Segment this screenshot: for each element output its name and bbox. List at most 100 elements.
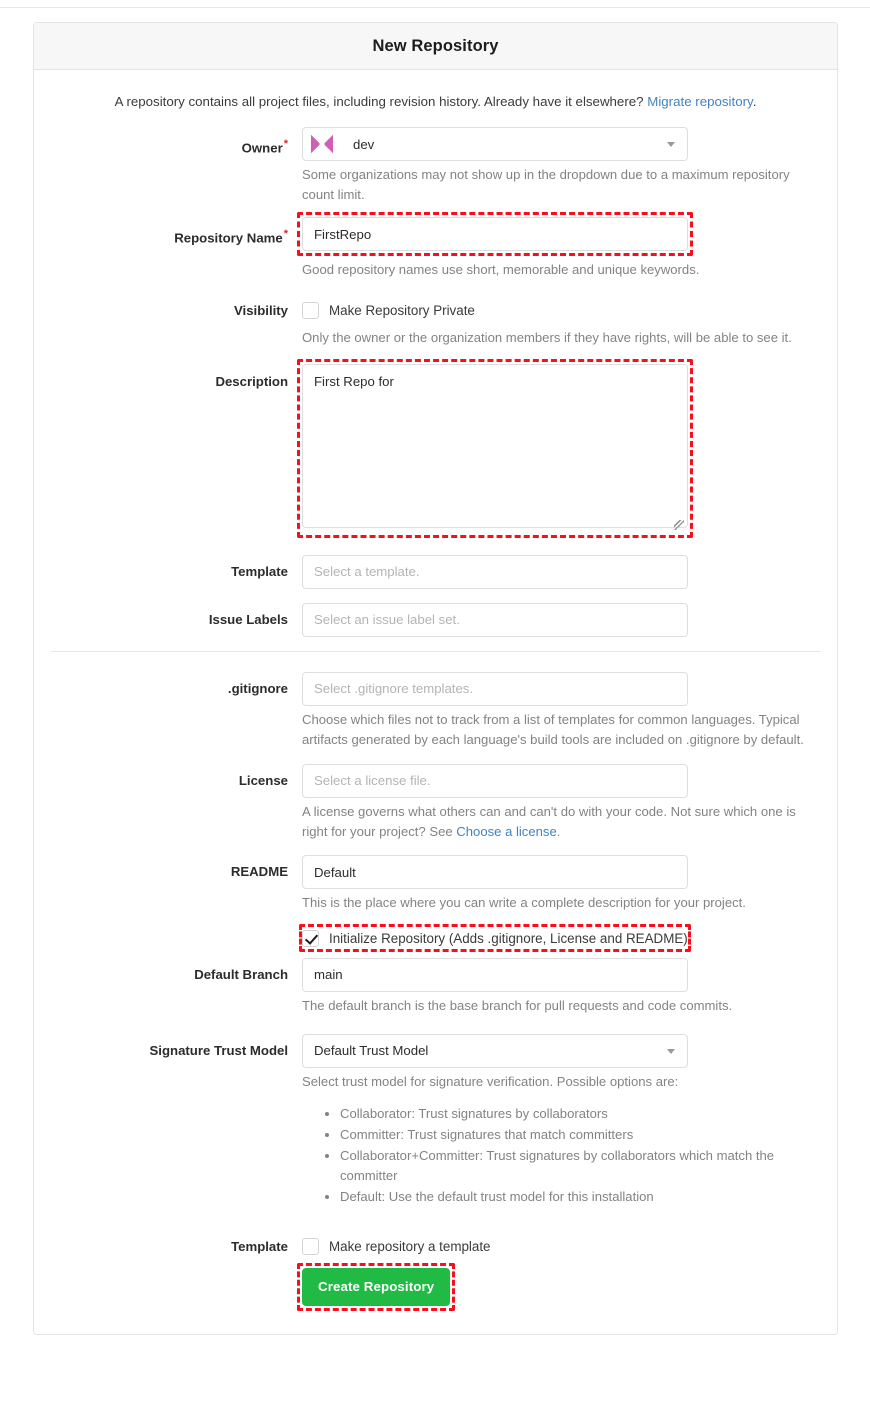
field-default-branch: Default Branch The default branch is the… <box>34 957 837 1016</box>
make-repository-a-template-checkbox[interactable] <box>302 1238 319 1256</box>
field-initialize-repository: Initialize Repository (Adds .gitignore, … <box>34 924 837 953</box>
license-input[interactable]: Select a license file. <box>302 763 688 798</box>
repository-name-help-text: Good repository names use short, memorab… <box>302 262 700 278</box>
signature-trust-model-help-text: Select trust model for signature verific… <box>302 1073 679 1089</box>
field-issue-labels: Issue Labels Select an issue label set. <box>34 602 837 637</box>
description-textarea[interactable]: First Repo for <box>302 363 688 528</box>
owner-label-col: Owner* <box>34 127 302 165</box>
initialize-repository-label: Initialize Repository (Adds .gitignore, … <box>329 930 688 946</box>
issue-labels-input[interactable]: Select an issue label set. <box>302 602 688 637</box>
license-help-text: A license governs what others can and ca… <box>302 802 810 842</box>
card-body: A repository contains all project files,… <box>34 70 837 1311</box>
readme-input-col: This is the place where you can write a … <box>302 855 837 913</box>
page-title: New Repository <box>372 36 499 55</box>
license-label-col: License <box>34 764 302 798</box>
new-repository-card: New Repository A repository contains all… <box>33 22 838 1335</box>
list-item: Default: Use the default trust model for… <box>340 1187 832 1207</box>
create-repository-button[interactable]: Create Repository <box>302 1267 451 1306</box>
make-template-checkbox-row[interactable]: Make repository a template <box>302 1236 837 1258</box>
license-help-suffix: . <box>556 823 561 839</box>
initialize-repository-checkbox[interactable] <box>302 929 319 947</box>
signature-trust-model-select[interactable]: Default Trust Model <box>302 1033 688 1068</box>
default-branch-help-text: The default branch is the base branch fo… <box>302 997 733 1013</box>
license-label: License <box>238 772 288 788</box>
default-branch-label-col: Default Branch <box>34 958 302 992</box>
choose-a-license-link[interactable]: Choose a license <box>456 824 556 839</box>
chevron-down-icon <box>667 1048 675 1054</box>
gitignore-label-col: .gitignore <box>34 672 302 706</box>
visibility-help-text: Only the owner or the organization membe… <box>302 329 792 345</box>
owner-required-marker: * <box>283 138 288 151</box>
issue-labels-input-col: Select an issue label set. <box>302 602 837 637</box>
owner-value: dev <box>353 136 375 152</box>
make-template-input-col: Make repository a template <box>302 1236 837 1258</box>
initialize-checkbox-row[interactable]: Initialize Repository (Adds .gitignore, … <box>302 927 688 949</box>
initialize-input-col: Initialize Repository (Adds .gitignore, … <box>299 924 837 953</box>
signature-trust-model-value: Default Trust Model <box>314 1043 429 1059</box>
repository-name-required-marker: * <box>283 228 288 241</box>
template-select-input[interactable]: Select a template. <box>302 554 688 589</box>
field-visibility: Visibility Make Repository Private Only … <box>34 294 837 348</box>
initialize-highlight: Initialize Repository (Adds .gitignore, … <box>299 924 691 953</box>
issue-labels-label-col: Issue Labels <box>34 603 302 637</box>
readme-input[interactable] <box>302 855 688 890</box>
make-template-label: Template <box>231 1238 288 1254</box>
field-owner: Owner* dev Some organizations may not sh… <box>34 127 837 205</box>
list-item: Collaborator: Trust signatures by collab… <box>340 1104 832 1124</box>
owner-input-col: dev Some organizations may not show up i… <box>302 127 837 205</box>
repository-name-input-col: Good repository names use short, memorab… <box>297 212 837 280</box>
owner-dropdown[interactable]: dev <box>302 127 688 162</box>
field-license: License Select a license file. A license… <box>34 763 837 842</box>
card-header: New Repository <box>34 23 837 70</box>
field-template-select: Template Select a template. <box>34 554 837 589</box>
visibility-checkbox-row[interactable]: Make Repository Private <box>302 294 837 328</box>
visibility-label-col: Visibility <box>34 294 302 328</box>
intro-period: . <box>752 94 757 109</box>
field-make-template: Template Make repository a template <box>34 1236 837 1258</box>
intro-sentence: A repository contains all project files,… <box>114 94 648 109</box>
list-item: Committer: Trust signatures that match c… <box>340 1125 832 1145</box>
template-select-input-col: Select a template. <box>302 554 837 589</box>
field-gitignore: .gitignore Select .gitignore templates. … <box>34 671 837 750</box>
license-input-col: Select a license file. A license governs… <box>302 763 837 842</box>
migrate-repository-link[interactable]: Migrate repository <box>647 94 752 109</box>
owner-label: Owner <box>241 140 283 156</box>
field-repository-name: Repository Name* Good repository names u… <box>34 212 837 280</box>
description-label: Description <box>215 373 288 389</box>
issue-labels-label: Issue Labels <box>208 611 288 627</box>
description-input-col: First Repo for <box>297 358 837 538</box>
signature-trust-model-options-list: Collaborator: Trust signatures by collab… <box>302 1104 832 1207</box>
default-branch-label: Default Branch <box>194 966 288 982</box>
field-signature-trust-model: Signature Trust Model Default Trust Mode… <box>34 1033 837 1208</box>
gitignore-input[interactable]: Select .gitignore templates. <box>302 671 688 706</box>
visibility-label: Visibility <box>234 302 288 318</box>
gitignore-help-text: Choose which files not to track from a l… <box>302 711 804 747</box>
description-label-col: Description <box>34 364 302 392</box>
create-repository-highlight: Create Repository <box>296 1262 456 1311</box>
readme-label: README <box>230 864 288 880</box>
create-action-input-col: Create Repository <box>296 1262 837 1311</box>
field-readme: README This is the place where you can w… <box>34 855 837 913</box>
page-top-rule <box>0 7 870 8</box>
make-repository-a-template-label: Make repository a template <box>329 1239 491 1255</box>
chevron-down-icon <box>667 142 675 148</box>
make-repository-private-checkbox[interactable] <box>302 302 319 320</box>
default-branch-input-col: The default branch is the base branch fo… <box>302 957 837 1016</box>
repository-name-label: Repository Name <box>174 230 283 246</box>
field-description: Description First Repo for <box>34 358 837 538</box>
repository-name-input[interactable] <box>302 217 688 252</box>
section-divider <box>51 650 820 652</box>
visibility-input-col: Make Repository Private Only the owner o… <box>302 294 837 348</box>
gitignore-input-col: Select .gitignore templates. Choose whic… <box>302 671 837 750</box>
signature-trust-model-label: Signature Trust Model <box>149 1042 288 1058</box>
make-template-label-col: Template <box>34 1236 302 1258</box>
default-branch-input[interactable] <box>302 957 688 992</box>
signature-trust-model-label-col: Signature Trust Model <box>34 1034 302 1068</box>
repository-name-label-col: Repository Name* <box>34 217 302 255</box>
readme-label-col: README <box>34 855 302 889</box>
template-select-label: Template <box>231 563 288 579</box>
description-highlight: First Repo for <box>297 358 693 538</box>
gitignore-label: .gitignore <box>227 680 288 696</box>
list-item: Collaborator+Committer: Trust signatures… <box>340 1146 832 1186</box>
signature-trust-model-input-col: Default Trust Model Select trust model f… <box>302 1033 837 1208</box>
